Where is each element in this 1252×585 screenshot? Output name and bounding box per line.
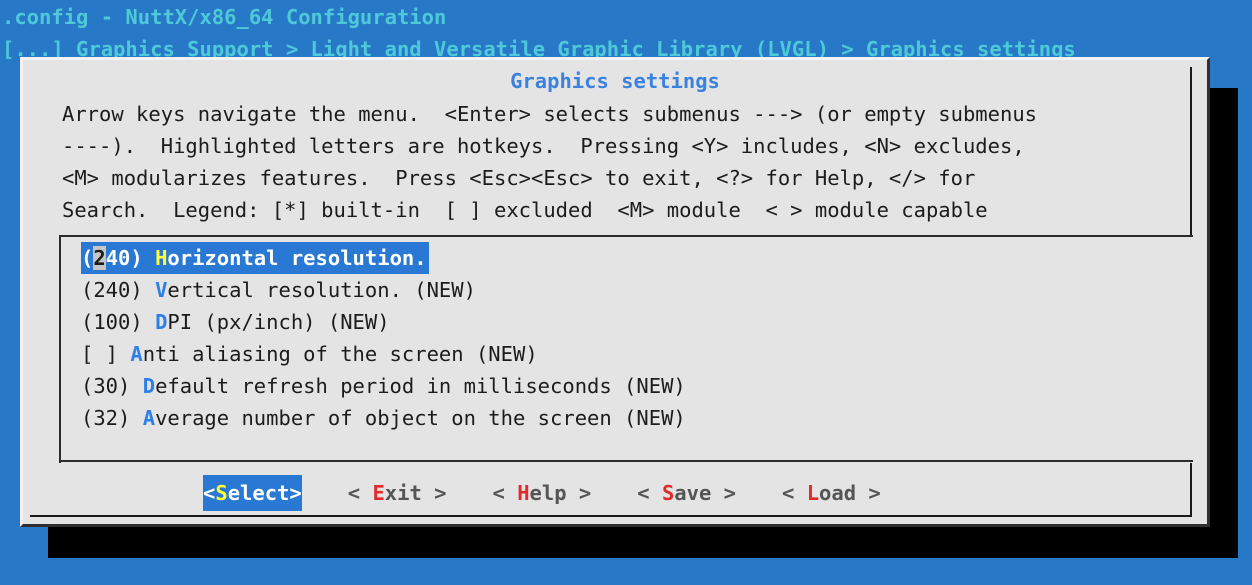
window-title: .config - NuttX/x86_64 Configuration	[2, 5, 447, 29]
menu-listbox-bottom-rule	[59, 460, 1193, 462]
menu-item[interactable]: (32) Average number of object on the scr…	[81, 402, 686, 434]
menu-item-label: verage number of object on the screen (N…	[155, 406, 686, 430]
menu-item[interactable]: (100) DPI (px/inch) (NEW)	[81, 306, 390, 338]
menu-item-hotkey: H	[155, 246, 168, 270]
button-gap	[736, 475, 782, 511]
menu-item-hotkey: D	[142, 374, 156, 398]
menu-item[interactable]: [ ] Anti aliasing of the screen (NEW)	[81, 338, 538, 370]
menu-item-hotkey: A	[142, 406, 156, 430]
save-button[interactable]: < Save >	[637, 475, 736, 511]
menu-item-hotkey: V	[155, 278, 168, 302]
menu-item-value: [ ]	[81, 342, 131, 366]
button-bracket-close: >	[421, 481, 447, 505]
menu-item-list: (240) Horizontal resolution. (240) Vertic…	[81, 242, 686, 434]
menu-item-value: (32)	[81, 406, 143, 430]
menu-item[interactable]: (240) Horizontal resolution.	[81, 242, 429, 274]
select-button[interactable]: <Select>	[203, 475, 302, 511]
menu-item-label: PI (px/inch) (NEW)	[167, 310, 390, 334]
help-text-line: ----). Highlighted letters are hotkeys. …	[62, 134, 1025, 158]
load-button[interactable]: < Load >	[782, 475, 881, 511]
help-text-block: Arrow keys navigate the menu. <Enter> se…	[62, 98, 1182, 226]
menu-item[interactable]: (240) Vertical resolution. (NEW)	[81, 274, 476, 306]
button-gap	[302, 475, 348, 511]
button-bracket-open: <	[203, 481, 216, 505]
menu-item-value: (30)	[81, 374, 143, 398]
menu-item-label: nti aliasing of the screen (NEW)	[142, 342, 538, 366]
button-hotkey: E	[372, 481, 385, 505]
button-bracket-open: <	[347, 481, 373, 505]
button-label: xit	[384, 481, 422, 505]
graphics-settings-dialog: Graphics settings Arrow keys navigate th…	[20, 57, 1210, 527]
help-text-line: Arrow keys navigate the menu. <Enter> se…	[62, 102, 1038, 126]
dialog-button-bar: <Select> < Exit > < Help > < Save > < Load >	[23, 475, 1213, 511]
button-bracket-open: <	[782, 481, 807, 505]
menu-item-hotkey: A	[130, 342, 143, 366]
button-bracket-close: >	[711, 481, 736, 505]
terminal-screen: .config - NuttX/x86_64 Configuration [..…	[0, 0, 1252, 585]
button-hotkey: H	[517, 481, 530, 505]
menu-item-label: orizontal resolution.	[167, 246, 427, 270]
menu-item-label: ertical resolution. (NEW)	[167, 278, 476, 302]
help-button[interactable]: < Help >	[493, 475, 592, 511]
button-hotkey: L	[806, 481, 820, 505]
button-label: elect	[227, 481, 290, 505]
text-cursor: 2	[93, 246, 106, 270]
button-gap	[591, 475, 637, 511]
menu-item-value-open: (	[81, 246, 94, 270]
menu-item-value: 40)	[105, 246, 156, 270]
menu-item[interactable]: (30) Default refresh period in milliseco…	[81, 370, 686, 402]
button-gap	[447, 475, 493, 511]
menu-item-label: efault refresh period in milliseconds (N…	[155, 374, 686, 398]
button-bracket-open: <	[492, 481, 518, 505]
menu-item-hotkey: D	[155, 310, 168, 334]
dialog-title: Graphics settings	[510, 69, 720, 93]
help-text-line: <M> modularizes features. Press <Esc><Es…	[62, 166, 976, 190]
exit-button[interactable]: < Exit >	[348, 475, 447, 511]
button-bracket-close: >	[566, 481, 592, 505]
menu-item-value: (100)	[81, 310, 156, 334]
help-text-line: Search. Legend: [*] built-in [ ] exclude…	[62, 198, 988, 222]
button-label: elp	[529, 481, 567, 505]
button-bracket-close: >	[289, 481, 302, 505]
menu-item-value: (240)	[81, 278, 156, 302]
button-hotkey: S	[215, 481, 228, 505]
button-bracket-open: <	[637, 481, 662, 505]
button-label: oad	[819, 481, 857, 505]
button-label: ave	[674, 481, 712, 505]
button-hotkey: S	[661, 481, 675, 505]
button-bracket-close: >	[856, 481, 881, 505]
menu-listbox[interactable]: (240) Horizontal resolution. (240) Vertic…	[59, 235, 1193, 463]
